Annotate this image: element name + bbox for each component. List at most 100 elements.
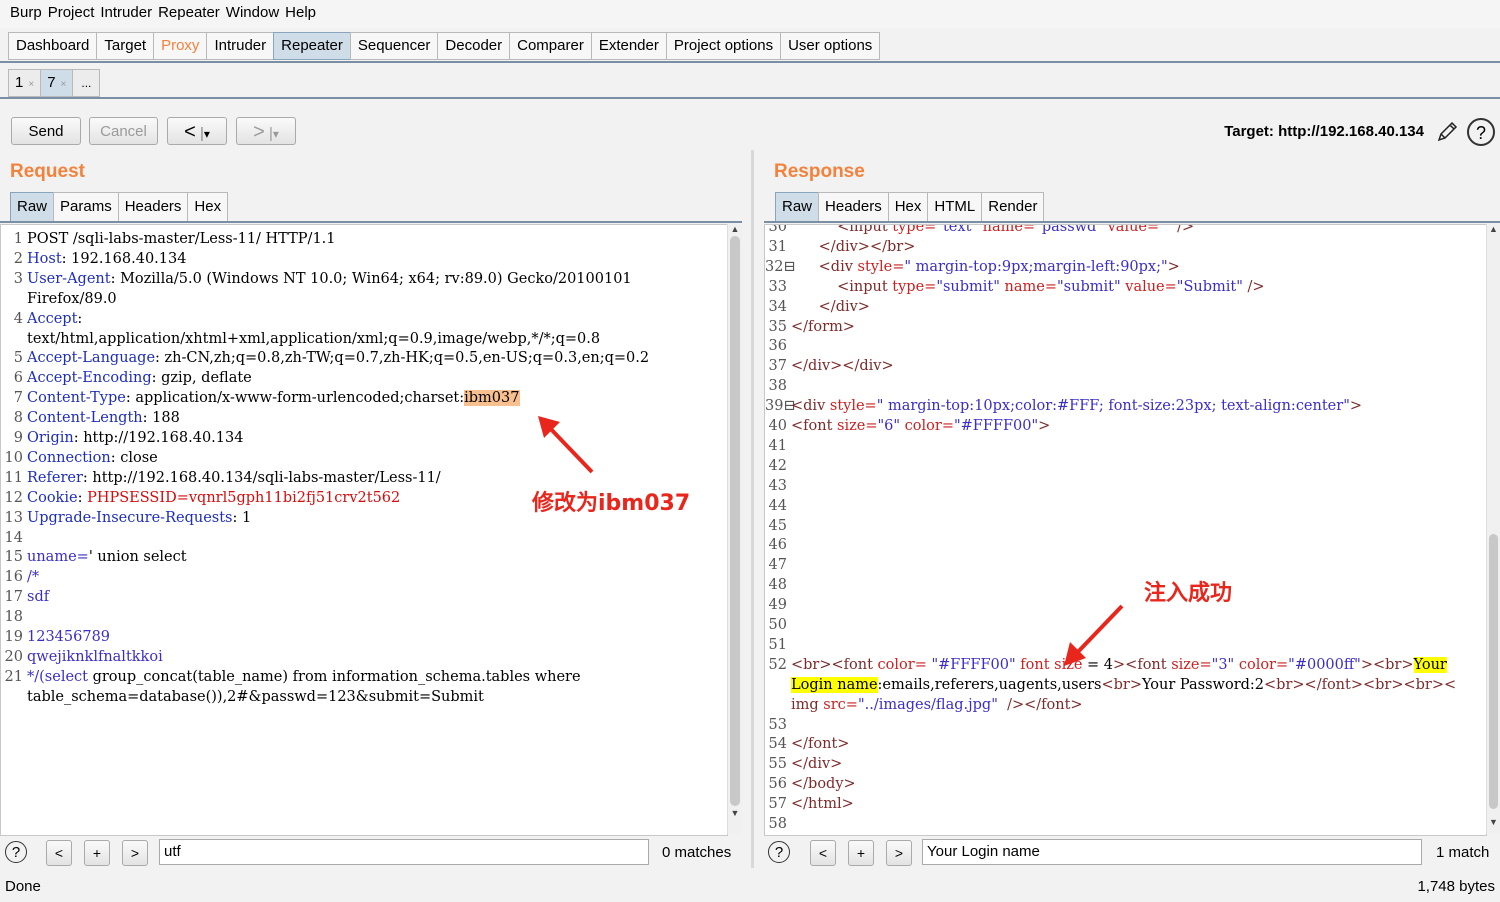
line-number: 3	[13, 270, 23, 287]
code-token: name=	[978, 224, 1036, 235]
line-number: 9	[13, 430, 23, 446]
code-token: color=	[1234, 656, 1289, 673]
response-scrollbar[interactable]: ▲ ▼	[1486, 224, 1500, 834]
back-button[interactable]: < |▾	[167, 117, 227, 145]
code-token: uname=	[27, 549, 89, 566]
new-tab-button[interactable]: ...	[72, 69, 101, 97]
menu-burp[interactable]: Burp	[0, 0, 45, 25]
code-token: </div>	[791, 756, 843, 773]
close-icon[interactable]: ×	[61, 79, 67, 90]
code-token: value=	[1103, 224, 1160, 235]
search-next-button[interactable]: >	[886, 840, 912, 866]
response-editor[interactable]: 30 <input type="text" name="passwd" valu…	[764, 224, 1487, 836]
response-tab-hex[interactable]: Hex	[887, 192, 929, 222]
tab-extender[interactable]: Extender	[590, 32, 667, 60]
pane-divider[interactable]	[751, 150, 754, 868]
help-icon[interactable]: ?	[1467, 118, 1495, 146]
request-tab-headers[interactable]: Headers	[117, 192, 189, 222]
search-prev-button[interactable]: <	[46, 840, 72, 866]
code-token: PHPSESSID=vqnrl5gph11bi2fj51crv2t562	[87, 489, 401, 506]
tab-dashboard[interactable]: Dashboard	[8, 32, 98, 60]
code-token: Cookie	[27, 489, 78, 506]
response-tab-render[interactable]: Render	[981, 192, 1045, 222]
menu-project[interactable]: Project	[45, 0, 98, 25]
code-token: /></font>	[997, 696, 1083, 713]
scroll-up-icon[interactable]: ▲	[1487, 224, 1500, 234]
menu-window[interactable]: Window	[223, 0, 282, 25]
scroll-down-icon[interactable]: ▼	[1487, 817, 1500, 827]
code-token: ' union select	[88, 549, 187, 566]
tab-decoder[interactable]: Decoder	[437, 32, 511, 60]
help-icon[interactable]: ?	[768, 841, 790, 863]
scroll-up-icon[interactable]: ▲	[728, 224, 742, 234]
scroll-thumb[interactable]	[1489, 534, 1498, 809]
request-search-input[interactable]: utf	[159, 839, 649, 865]
search-options-button[interactable]: +	[84, 840, 110, 866]
code-token: >	[1167, 258, 1180, 275]
scroll-thumb[interactable]	[730, 236, 740, 806]
tab-user-options[interactable]: User options	[780, 32, 881, 60]
code-line: 54 </font>	[765, 734, 850, 754]
line-number: 44	[768, 497, 787, 514]
cancel-button[interactable]: Cancel	[89, 117, 158, 145]
code-token: Accept	[27, 310, 78, 327]
menu-help[interactable]: Help	[282, 0, 319, 25]
request-scrollbar[interactable]: ▲ ▼	[727, 224, 742, 834]
forward-button[interactable]: > |▾	[236, 117, 296, 145]
menu-repeater[interactable]: Repeater	[155, 0, 223, 25]
menu-intruder[interactable]: Intruder	[97, 0, 155, 25]
response-tab-html[interactable]: HTML	[927, 192, 983, 222]
request-tab-raw[interactable]: Raw	[10, 192, 55, 222]
code-token: Accept-Encoding	[27, 370, 152, 387]
response-tab-raw[interactable]: Raw	[775, 192, 820, 222]
code-token: type=	[887, 278, 937, 295]
code-token: Connection	[27, 449, 111, 466]
request-tab-hex[interactable]: Hex	[187, 192, 229, 222]
code-token: Referer	[27, 469, 83, 486]
code-line: 58	[765, 814, 791, 834]
help-icon[interactable]: ?	[5, 841, 27, 863]
search-next-button[interactable]: >	[122, 840, 148, 866]
code-token: Your Password:2	[1142, 676, 1265, 693]
code-token: <br></font><br><br><	[1264, 676, 1457, 693]
line-number: 17	[4, 589, 23, 606]
code-token: "#FFFF00"	[953, 418, 1039, 434]
subtab-separator	[0, 97, 1500, 99]
repeater-tab-7[interactable]: 7 ×	[40, 69, 74, 97]
code-line: 51	[765, 635, 791, 655]
tab-target[interactable]: Target	[96, 32, 155, 60]
line-number: 20	[4, 648, 23, 665]
search-options-button[interactable]: +	[848, 840, 874, 866]
request-editor[interactable]: 1 POST /sqli-labs-master/Less-11/ HTTP/1.…	[0, 224, 728, 836]
tab-sequencer[interactable]: Sequencer	[349, 32, 439, 60]
code-token: size=	[1166, 656, 1212, 673]
request-tab-params[interactable]: Params	[53, 192, 119, 222]
code-line: 10 Connection: close	[1, 448, 158, 468]
line-number: 19	[4, 629, 23, 645]
line-number: 31	[768, 238, 787, 255]
response-search-input[interactable]: Your Login name	[922, 839, 1422, 865]
code-line: 38	[765, 376, 791, 396]
line-number: 52	[768, 656, 787, 673]
tab-repeater[interactable]: Repeater	[273, 32, 351, 60]
request-view-tabs: Raw Params Headers Hex	[10, 192, 229, 222]
repeater-tab-1[interactable]: 1 ×	[8, 69, 42, 97]
tab-intruder[interactable]: Intruder	[206, 32, 275, 60]
line-number: 58	[768, 816, 787, 832]
search-prev-button[interactable]: <	[810, 840, 836, 866]
send-button[interactable]: Send	[11, 117, 81, 145]
code-line: 1 POST /sqli-labs-master/Less-11/ HTTP/1.…	[1, 229, 336, 249]
scroll-down-icon[interactable]: ▼	[728, 808, 742, 818]
close-icon[interactable]: ×	[28, 79, 34, 90]
tab-proxy[interactable]: Proxy	[153, 32, 208, 60]
line-number: 49	[768, 597, 787, 614]
tab-comparer[interactable]: Comparer	[509, 32, 592, 60]
tab-project-options[interactable]: Project options	[665, 32, 782, 60]
response-tab-headers[interactable]: Headers	[818, 192, 889, 222]
code-token: text/html,application/xhtml+xml,applicat…	[27, 330, 601, 347]
pencil-icon[interactable]	[1434, 119, 1460, 145]
code-token: <br><font	[791, 656, 873, 673]
response-size: 1,748 bytes	[1417, 878, 1495, 895]
